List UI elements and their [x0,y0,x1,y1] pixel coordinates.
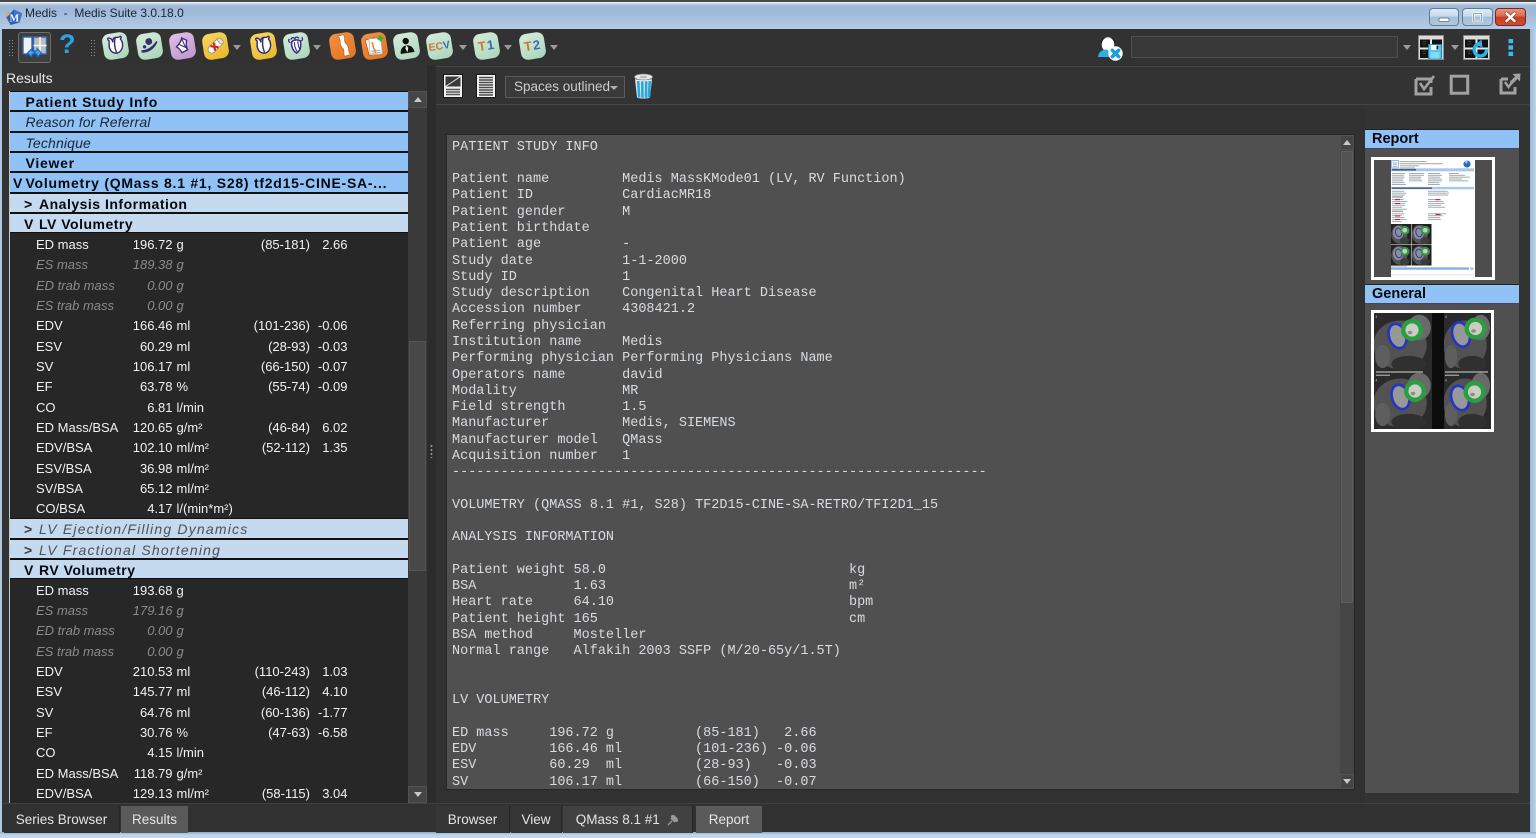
svg-text:4: 4 [1445,315,1447,319]
svg-text:1: 1 [486,37,495,53]
svg-text:M: M [10,13,20,24]
svg-text:2: 2 [532,37,541,53]
svg-text:4: 4 [1376,379,1378,383]
svg-text:V: V [442,39,451,52]
svg-text:4: 4 [1445,379,1447,383]
svg-text:4: 4 [1376,315,1378,319]
